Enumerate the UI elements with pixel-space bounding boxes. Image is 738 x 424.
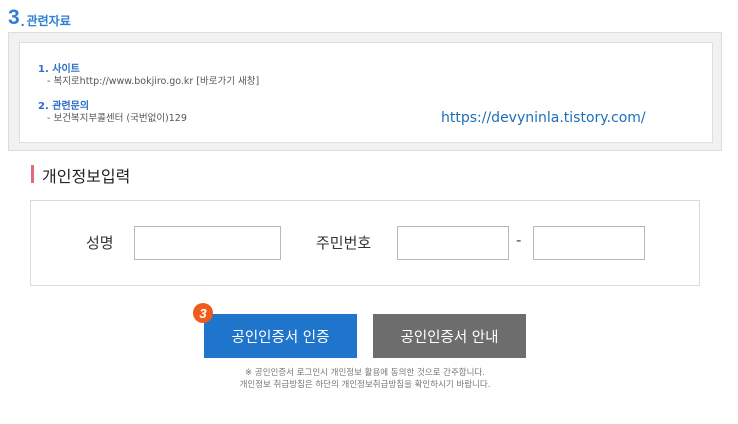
cert-guide-button[interactable]: 공인인증서 안내	[373, 314, 526, 358]
personal-info-title: 개인정보입력	[42, 167, 131, 186]
title-accent-bar	[31, 165, 34, 183]
section-number: 3	[8, 6, 20, 29]
name-input[interactable]	[134, 226, 281, 260]
cert-guide-label: 공인인증서 안내	[400, 329, 499, 346]
section-dot: .	[20, 13, 25, 29]
rrn-first-input[interactable]	[397, 226, 509, 260]
cert-login-button[interactable]: 공인인증서 인증	[204, 314, 357, 358]
rrn-label: 주민번호	[316, 234, 372, 252]
notice-line: ※ 공인인증서 로그인시 개인정보 활용에 동의한 것으로 간주합니다.	[245, 368, 485, 378]
section-title: 관련자료	[26, 14, 71, 28]
related-panel-inner	[19, 42, 713, 143]
rrn-second-input[interactable]	[533, 226, 645, 260]
related-item-contact: - 보건복지부콜센터 (국번없이)129	[47, 113, 187, 124]
watermark-url: https://devyninla.tistory.com/	[441, 110, 646, 126]
related-item-link[interactable]: - 복지로http://www.bokjiro.go.kr [바로가기 새창]	[47, 73, 259, 87]
step-badge: 3	[193, 303, 213, 323]
notice-line: 개인정보 취급방침은 하단의 개인정보취급방침을 확인하시기 바랍니다.	[239, 380, 491, 390]
rrn-separator: -	[516, 231, 522, 249]
cert-login-label: 공인인증서 인증	[231, 329, 330, 346]
section-header: 3 . 관련자료	[8, 6, 71, 28]
name-label: 성명	[86, 234, 114, 252]
